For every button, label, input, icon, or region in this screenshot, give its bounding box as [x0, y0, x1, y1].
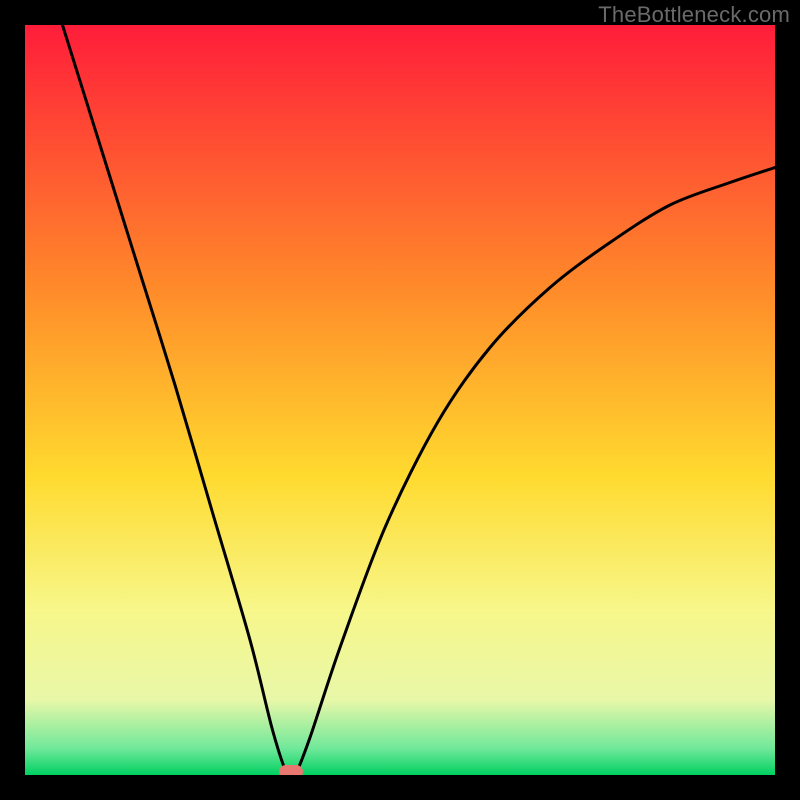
- plot-svg: [25, 25, 775, 775]
- optimal-point-marker: [279, 765, 303, 775]
- plot-area: [25, 25, 775, 775]
- gradient-background: [25, 25, 775, 775]
- chart-frame: TheBottleneck.com: [0, 0, 800, 800]
- watermark-text: TheBottleneck.com: [598, 2, 790, 28]
